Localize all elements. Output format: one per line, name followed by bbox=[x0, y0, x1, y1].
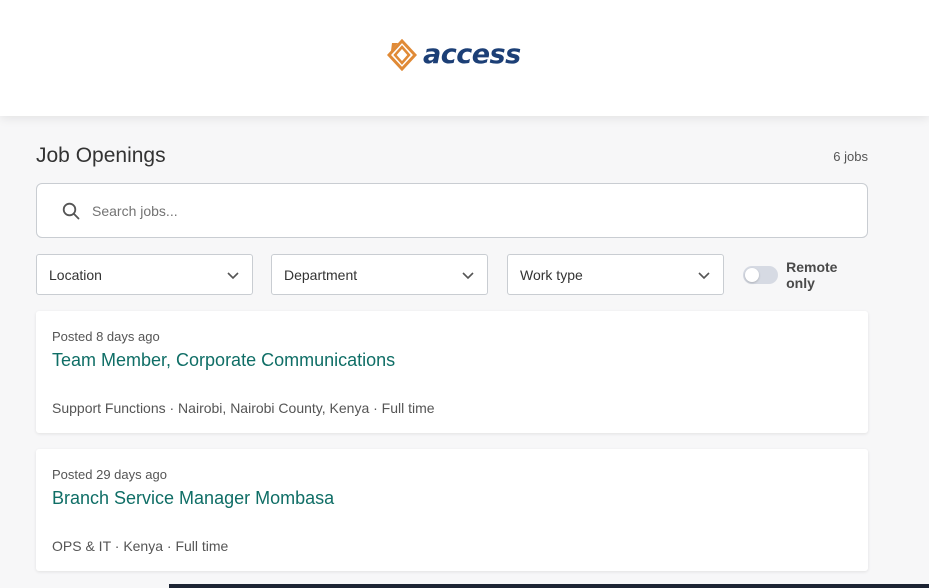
page-title: Job Openings bbox=[36, 144, 166, 167]
chevron-down-icon bbox=[697, 268, 711, 282]
work-type-select[interactable]: Work type bbox=[507, 254, 724, 295]
diamond-logo-icon bbox=[387, 39, 417, 71]
job-card[interactable]: Posted 8 days ago Team Member, Corporate… bbox=[36, 311, 868, 433]
location-select-label: Location bbox=[49, 266, 102, 283]
job-card[interactable]: Posted 29 days ago Branch Service Manage… bbox=[36, 449, 868, 571]
remote-only-filter: Remote only bbox=[743, 254, 868, 295]
title-row: Job Openings 6 jobs bbox=[36, 142, 868, 170]
department-select[interactable]: Department bbox=[271, 254, 488, 295]
site-header: access bbox=[0, 0, 929, 116]
search-input[interactable] bbox=[92, 202, 832, 219]
job-posted-date: Posted 8 days ago bbox=[52, 329, 160, 344]
bottom-bar bbox=[169, 584, 929, 588]
brand-logo[interactable]: access bbox=[387, 37, 521, 73]
job-count: 6 jobs bbox=[833, 148, 868, 164]
remote-only-toggle[interactable] bbox=[743, 265, 779, 284]
brand-name: access bbox=[423, 39, 521, 70]
search-icon bbox=[62, 202, 80, 220]
location-select[interactable]: Location bbox=[36, 254, 253, 295]
job-posted-date: Posted 29 days ago bbox=[52, 467, 167, 482]
job-title-link[interactable]: Team Member, Corporate Communications bbox=[52, 350, 395, 371]
search-box[interactable] bbox=[36, 183, 868, 238]
remote-only-label: Remote only bbox=[786, 258, 838, 291]
department-select-label: Department bbox=[284, 266, 358, 283]
job-board: Job Openings 6 jobs Location Department … bbox=[0, 116, 929, 588]
job-title-link[interactable]: Branch Service Manager Mombasa bbox=[52, 488, 334, 509]
chevron-down-icon bbox=[226, 268, 240, 282]
job-meta: OPS & IT · Kenya · Full time bbox=[52, 538, 229, 554]
chevron-down-icon bbox=[461, 268, 475, 282]
work-type-select-label: Work type bbox=[520, 266, 583, 283]
toggle-knob bbox=[745, 267, 759, 282]
job-meta: Support Functions · Nairobi, Nairobi Cou… bbox=[52, 400, 435, 416]
filter-bar: Location Department Work type Remote onl… bbox=[36, 254, 868, 295]
